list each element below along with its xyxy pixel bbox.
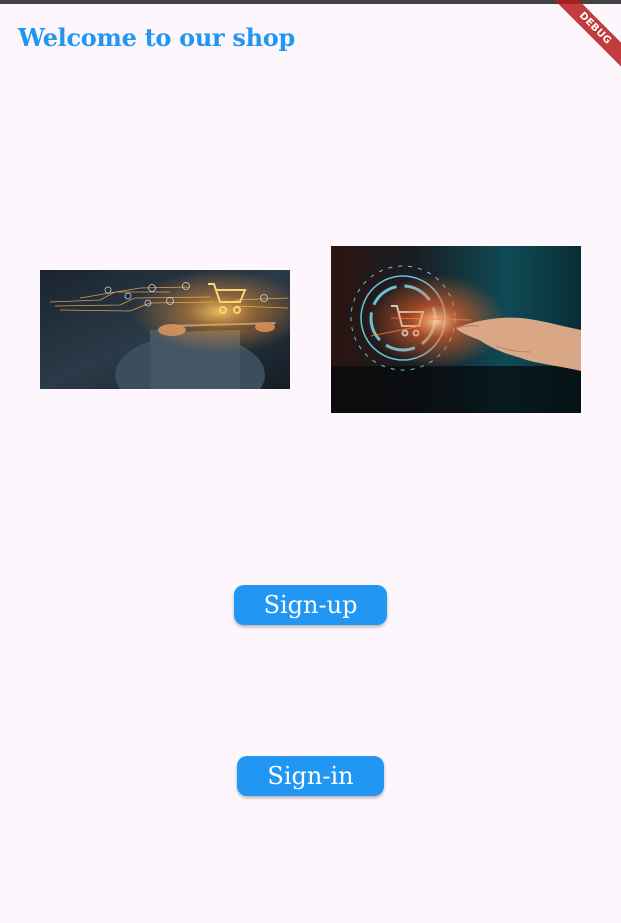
digital-cart-touch-image [331,246,581,413]
page-title: Welcome to our shop [18,23,295,52]
status-bar [0,0,621,4]
sign-in-button[interactable]: Sign-in [237,756,384,796]
debug-banner: DEBUG [531,0,621,90]
debug-banner-label: DEBUG [546,0,621,77]
sign-up-button[interactable]: Sign-up [234,585,387,625]
shopping-tablet-image [40,270,290,389]
